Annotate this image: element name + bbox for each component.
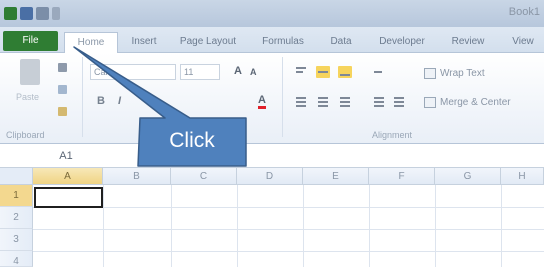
merge-center-button[interactable]: Merge & Center <box>440 97 511 108</box>
grow-font-button[interactable]: A <box>234 65 242 77</box>
title-bar: Book1 <box>0 0 544 27</box>
tab-developer[interactable]: Developer <box>372 32 432 53</box>
column-header[interactable]: F <box>369 168 435 185</box>
group-divider <box>82 57 83 137</box>
copy-icon[interactable] <box>58 85 67 94</box>
grid-line <box>237 185 238 267</box>
row-header[interactable]: 4 <box>0 251 33 267</box>
row-header[interactable]: 2 <box>0 207 33 229</box>
tab-view[interactable]: View <box>506 32 540 53</box>
cut-icon[interactable] <box>58 63 67 72</box>
worksheet-grid[interactable]: A B C D E F G H 1 2 3 4 <box>0 168 544 267</box>
column-header[interactable]: G <box>435 168 501 185</box>
tab-formulas[interactable]: Formulas <box>258 32 308 53</box>
grid-line <box>501 185 502 267</box>
save-icon[interactable] <box>20 7 33 20</box>
active-cell-a1[interactable] <box>34 187 103 208</box>
formula-bar: A1 <box>0 145 544 168</box>
grid-line <box>369 185 370 267</box>
column-header[interactable]: A <box>33 168 103 185</box>
undo-icon[interactable] <box>36 7 49 20</box>
bottom-align-icon[interactable] <box>338 66 352 78</box>
decrease-indent-icon[interactable] <box>372 96 386 108</box>
column-header[interactable]: D <box>237 168 303 185</box>
window-title: Book1 <box>508 6 540 18</box>
column-header[interactable]: H <box>501 168 544 185</box>
select-all-corner[interactable] <box>0 168 33 185</box>
alignment-group-label: Alignment <box>372 130 413 140</box>
ribbon-tabs: File Home Insert Page Layout Formulas Da… <box>0 27 544 54</box>
font-size-box[interactable]: 11 <box>180 64 220 80</box>
grid-line <box>303 185 304 267</box>
tab-page-layout[interactable]: Page Layout <box>176 32 240 53</box>
name-box[interactable]: A1 <box>0 148 132 165</box>
grid-line <box>33 207 544 208</box>
orientation-icon[interactable] <box>372 66 386 78</box>
row-header[interactable]: 1 <box>0 185 33 207</box>
clipboard-group-label: Clipboard <box>6 130 45 140</box>
font-color-button[interactable]: A <box>258 94 266 109</box>
redo-icon[interactable] <box>52 7 60 20</box>
tab-file[interactable]: File <box>3 31 58 51</box>
grid-line <box>33 229 544 230</box>
italic-button[interactable]: I <box>118 95 121 107</box>
excel-app-icon[interactable] <box>4 7 17 20</box>
column-header[interactable]: E <box>303 168 369 185</box>
top-align-icon[interactable] <box>294 66 308 78</box>
grid-line <box>435 185 436 267</box>
tab-review[interactable]: Review <box>448 32 488 53</box>
wrap-text-button[interactable]: Wrap Text <box>440 68 485 79</box>
grid-line <box>33 251 544 252</box>
middle-align-icon[interactable] <box>316 66 330 78</box>
grid-line <box>103 185 104 267</box>
column-header[interactable]: B <box>103 168 171 185</box>
align-right-icon[interactable] <box>338 96 352 108</box>
column-header[interactable]: C <box>171 168 237 185</box>
align-left-icon[interactable] <box>294 96 308 108</box>
quick-access-toolbar <box>4 5 60 22</box>
font-name-box[interactable]: Cal <box>90 64 176 80</box>
tab-insert[interactable]: Insert <box>124 32 164 53</box>
ribbon-home: Paste Clipboard Cal 11 A A B I A Wrap Te… <box>0 53 544 144</box>
increase-indent-icon[interactable] <box>392 96 406 108</box>
paste-icon[interactable] <box>20 59 40 85</box>
bold-button[interactable]: B <box>97 95 105 107</box>
tab-home[interactable]: Home <box>64 32 118 54</box>
merge-center-icon[interactable] <box>424 97 436 108</box>
shrink-font-button[interactable]: A <box>250 67 257 77</box>
row-header[interactable]: 3 <box>0 229 33 251</box>
group-divider <box>282 57 283 137</box>
wrap-text-icon[interactable] <box>424 68 436 79</box>
format-painter-icon[interactable] <box>58 107 67 116</box>
paste-label[interactable]: Paste <box>16 92 39 102</box>
callout-label: Click <box>169 129 215 152</box>
align-center-icon[interactable] <box>316 96 330 108</box>
tab-data[interactable]: Data <box>326 32 356 53</box>
grid-line <box>171 185 172 267</box>
